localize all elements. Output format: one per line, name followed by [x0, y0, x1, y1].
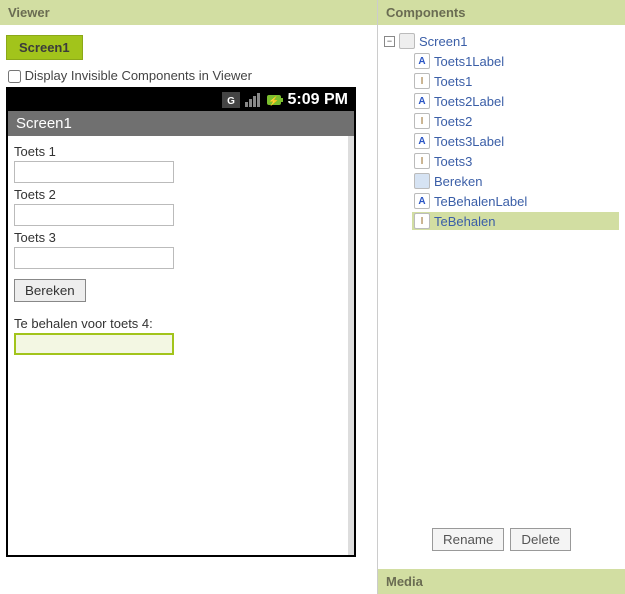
- tree-item-toets2[interactable]: I Toets2: [412, 112, 619, 130]
- tree-item-label: Toets1: [434, 74, 472, 89]
- battery-icon: ⚡: [266, 92, 284, 108]
- tree-item-label: TeBehalenLabel: [434, 194, 527, 209]
- label-icon: A: [414, 133, 430, 149]
- text-icon: I: [414, 213, 430, 229]
- phone-statusbar: G ⚡ 5:09 PM: [8, 89, 354, 111]
- viewer-panel: Viewer Screen1 Display Invisible Compone…: [0, 0, 378, 594]
- tree-item-toets3[interactable]: I Toets3: [412, 152, 619, 170]
- tree-item-label: Toets3Label: [434, 134, 504, 149]
- tree-root-label: Screen1: [419, 34, 467, 49]
- screen-icon: [399, 33, 415, 49]
- label-icon: A: [414, 53, 430, 69]
- bereken-button[interactable]: Bereken: [14, 279, 86, 302]
- display-invisible-label: Display Invisible Components in Viewer: [25, 68, 252, 83]
- toets1-input[interactable]: [14, 161, 174, 183]
- svg-text:G: G: [227, 96, 235, 107]
- tree-item-toets2label[interactable]: A Toets2Label: [412, 92, 619, 110]
- tree-item-tebehalenlabel[interactable]: A TeBehalenLabel: [412, 192, 619, 210]
- tree-item-label: Toets1Label: [434, 54, 504, 69]
- tree-item-label: Toets2: [434, 114, 472, 129]
- tree-item-toets1[interactable]: I Toets1: [412, 72, 619, 90]
- text-icon: I: [414, 153, 430, 169]
- network-g-icon: G: [222, 92, 240, 108]
- phone-title: Screen1: [8, 111, 354, 136]
- viewer-header: Viewer: [0, 0, 377, 25]
- label-icon: A: [414, 93, 430, 109]
- tebehalen-input[interactable]: [14, 333, 174, 355]
- text-icon: I: [414, 73, 430, 89]
- toets2-label: Toets 2: [14, 187, 342, 202]
- tree-item-toets3label[interactable]: A Toets3Label: [412, 132, 619, 150]
- tree-item-label: TeBehalen: [434, 214, 495, 229]
- phone-content: Toets 1 Toets 2 Toets 3 Bereken Te behal…: [8, 136, 354, 555]
- toets1-label: Toets 1: [14, 144, 342, 159]
- screen-tab[interactable]: Screen1: [6, 35, 83, 60]
- text-icon: I: [414, 113, 430, 129]
- media-header: Media: [378, 569, 625, 594]
- toets3-label: Toets 3: [14, 230, 342, 245]
- tree-item-toets1label[interactable]: A Toets1Label: [412, 52, 619, 70]
- tebehalen-label: Te behalen voor toets 4:: [14, 316, 342, 331]
- toets3-input[interactable]: [14, 247, 174, 269]
- statusbar-time: 5:09 PM: [288, 91, 348, 109]
- delete-button[interactable]: Delete: [510, 528, 571, 551]
- tree-item-label: Bereken: [434, 174, 482, 189]
- label-icon: A: [414, 193, 430, 209]
- signal-icon: [244, 92, 262, 108]
- tree-item-label: Toets3: [434, 154, 472, 169]
- tree-item-tebehalen[interactable]: I TeBehalen: [412, 212, 619, 230]
- tree-root-item[interactable]: − Screen1: [384, 33, 619, 49]
- button-icon: [414, 173, 430, 189]
- toets2-input[interactable]: [14, 204, 174, 226]
- phone-frame: G ⚡ 5:09 PM Screen1 Toets 1 Toets 2 Toet…: [6, 87, 356, 557]
- components-panel: Components − Screen1 A Toets1Label I Toets1…: [378, 0, 625, 594]
- components-header: Components: [378, 0, 625, 25]
- collapse-icon[interactable]: −: [384, 36, 395, 47]
- svg-text:⚡: ⚡: [268, 95, 279, 107]
- display-invisible-checkbox[interactable]: [8, 70, 21, 83]
- tree-item-bereken[interactable]: Bereken: [412, 172, 619, 190]
- tree-item-label: Toets2Label: [434, 94, 504, 109]
- components-tree: − Screen1 A Toets1Label I Toets1 A Toets2Labe…: [384, 33, 619, 522]
- rename-button[interactable]: Rename: [432, 528, 504, 551]
